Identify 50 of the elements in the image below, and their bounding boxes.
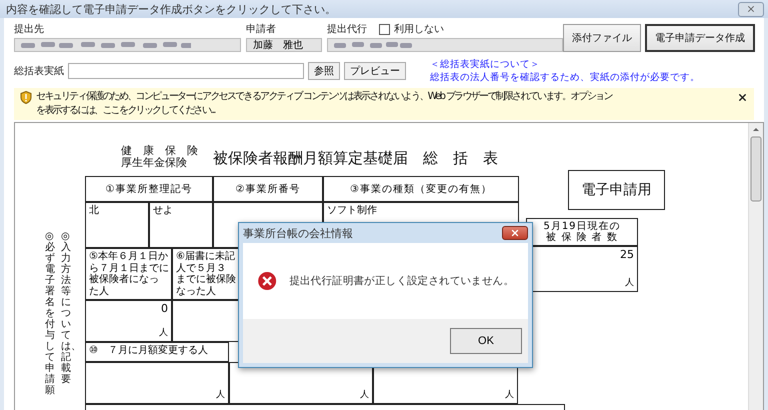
field-label: 申請者 <box>246 22 277 36</box>
form-cell-text: 25 <box>620 249 634 261</box>
form-cell-text: 人 <box>216 389 225 401</box>
scroll-up-arrow-icon[interactable] <box>753 128 759 131</box>
checkbox-label: 利用しない <box>394 22 444 36</box>
field-label: 提出先 <box>14 22 45 36</box>
preview-button[interactable]: プレビュー <box>344 62 406 80</box>
form-cell-text: 人 <box>360 389 369 401</box>
error-message: 提出代行証明書が正しく設定されていません。 <box>289 274 514 288</box>
form-cell-text: 北 <box>89 205 99 217</box>
form-cell-text: ソフト制作 <box>327 205 377 217</box>
form-cell-text: ③事業の種類（変更の有無） <box>350 184 492 194</box>
form-cell-text: ①事業所整理記号 <box>106 184 192 194</box>
scroll-thumb[interactable] <box>750 136 762 202</box>
dialog-title: 事業所台帳の会社情報 <box>243 226 353 240</box>
form-cell-text: 人 <box>505 389 514 401</box>
help-link[interactable]: ＜総括表実紙について＞ <box>430 58 700 71</box>
close-icon <box>746 4 756 14</box>
toolbar-button[interactable]: 電子申請データ作成 <box>645 24 755 52</box>
proxy-field[interactable] <box>327 38 563 52</box>
browse-button[interactable]: 参照 <box>308 62 340 80</box>
submit-to-field[interactable] <box>14 38 241 52</box>
form-cell-text: 5月19日現在の 被 保 険 者 数 <box>543 221 621 243</box>
form-cell-text: 人 <box>159 327 168 339</box>
form-cell-text: ⑩ ７月に月額変更する人 <box>89 345 208 356</box>
side-note: ◎必ず電子署名を付与して申請願 <box>45 231 55 396</box>
close-icon[interactable] <box>737 92 748 103</box>
window-title: 内容を確認して電子申請データ作成ボタンをクリックして下さい。 <box>6 2 336 16</box>
form-cell-text: 人 <box>625 277 634 289</box>
close-icon <box>510 228 520 238</box>
shield-icon <box>20 91 32 104</box>
field-label: 総括表実紙 <box>14 64 64 78</box>
ok-button[interactable]: OK <box>450 328 522 354</box>
security-message[interactable]: セキュリティ保護のため、コンピューターにアクセスできるアクティブ コンテンツは表示されないよう、Web ブラウザーで制限されています。オプション を表示するには、ここをクリックしてください... <box>36 90 733 118</box>
file-path-field[interactable] <box>68 63 304 79</box>
form-cell-text: ②事業所番号 <box>236 184 300 194</box>
form-cell-text: せよ <box>153 205 173 217</box>
form-cell-text: 0 <box>161 303 168 315</box>
note-text: 総括表の法人番号を確認するため、実紙の添付が必要です。 <box>430 71 700 84</box>
vertical-scrollbar[interactable] <box>748 123 763 410</box>
document-title: 被保険者報酬月額算定基礎届 総 括 表 <box>213 149 498 168</box>
toolbar-button[interactable]: 添付ファイル <box>563 24 641 52</box>
checkbox[interactable] <box>379 24 390 34</box>
applicant-field[interactable]: 加藤 雅也 <box>246 38 322 52</box>
form-cell-text: ⑥届書に未記 人で５月３ までに被保険 なった人 <box>176 251 236 297</box>
title-label: 健 康 保 険 厚生年金保険 <box>121 145 198 169</box>
field-label: 提出代行 <box>327 22 367 36</box>
form-cell-text: ⑤本年６月１日か ら７月１日までに 被保険者になっ た人 <box>89 251 169 297</box>
stamp-label: 電子申請用 <box>568 170 665 210</box>
close-button[interactable] <box>502 226 528 240</box>
